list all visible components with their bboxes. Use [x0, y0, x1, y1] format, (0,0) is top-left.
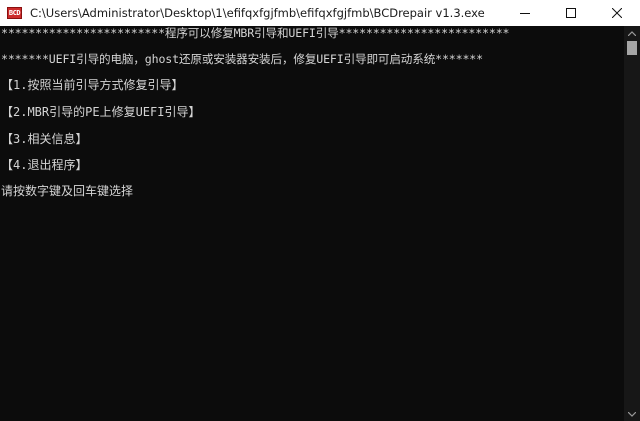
minimize-button[interactable]	[502, 0, 548, 26]
banner-line: ************************程序可以修复MBR引导和UEFI…	[1, 26, 510, 40]
console-window: BCD C:\Users\Administrator\Desktop\1\efi…	[0, 0, 640, 421]
input-prompt: 请按数字键及回车键选择	[1, 184, 134, 198]
scroll-up-button[interactable]	[624, 26, 640, 40]
minimize-icon	[520, 13, 530, 14]
scroll-down-arrow-icon	[628, 411, 636, 417]
scrollbar-thumb[interactable]	[627, 41, 637, 55]
maximize-icon	[566, 8, 576, 18]
scroll-down-button[interactable]	[624, 407, 640, 421]
close-button[interactable]	[594, 0, 640, 26]
window-controls	[502, 0, 640, 26]
menu-option-3: 【3.相关信息】	[1, 132, 88, 146]
scroll-up-arrow-icon	[628, 30, 636, 36]
app-icon[interactable]: BCD	[7, 7, 22, 19]
maximize-button[interactable]	[548, 0, 594, 26]
menu-option-2: 【2.MBR引导的PE上修复UEFI引导】	[1, 105, 201, 119]
window-title: C:\Users\Administrator\Desktop\1\efifqxf…	[30, 6, 485, 20]
menu-option-4: 【4.退出程序】	[1, 158, 88, 172]
vertical-scrollbar[interactable]	[624, 26, 640, 421]
close-icon	[612, 8, 622, 18]
menu-option-1: 【1.按照当前引导方式修复引导】	[1, 78, 184, 92]
uefi-note-line: *******UEFI引导的电脑，ghost还原或安装器安装后，修复UEFI引导…	[1, 52, 483, 66]
title-bar[interactable]: BCD C:\Users\Administrator\Desktop\1\efi…	[0, 0, 640, 26]
console-output[interactable]: ************************程序可以修复MBR引导和UEFI…	[0, 26, 624, 421]
